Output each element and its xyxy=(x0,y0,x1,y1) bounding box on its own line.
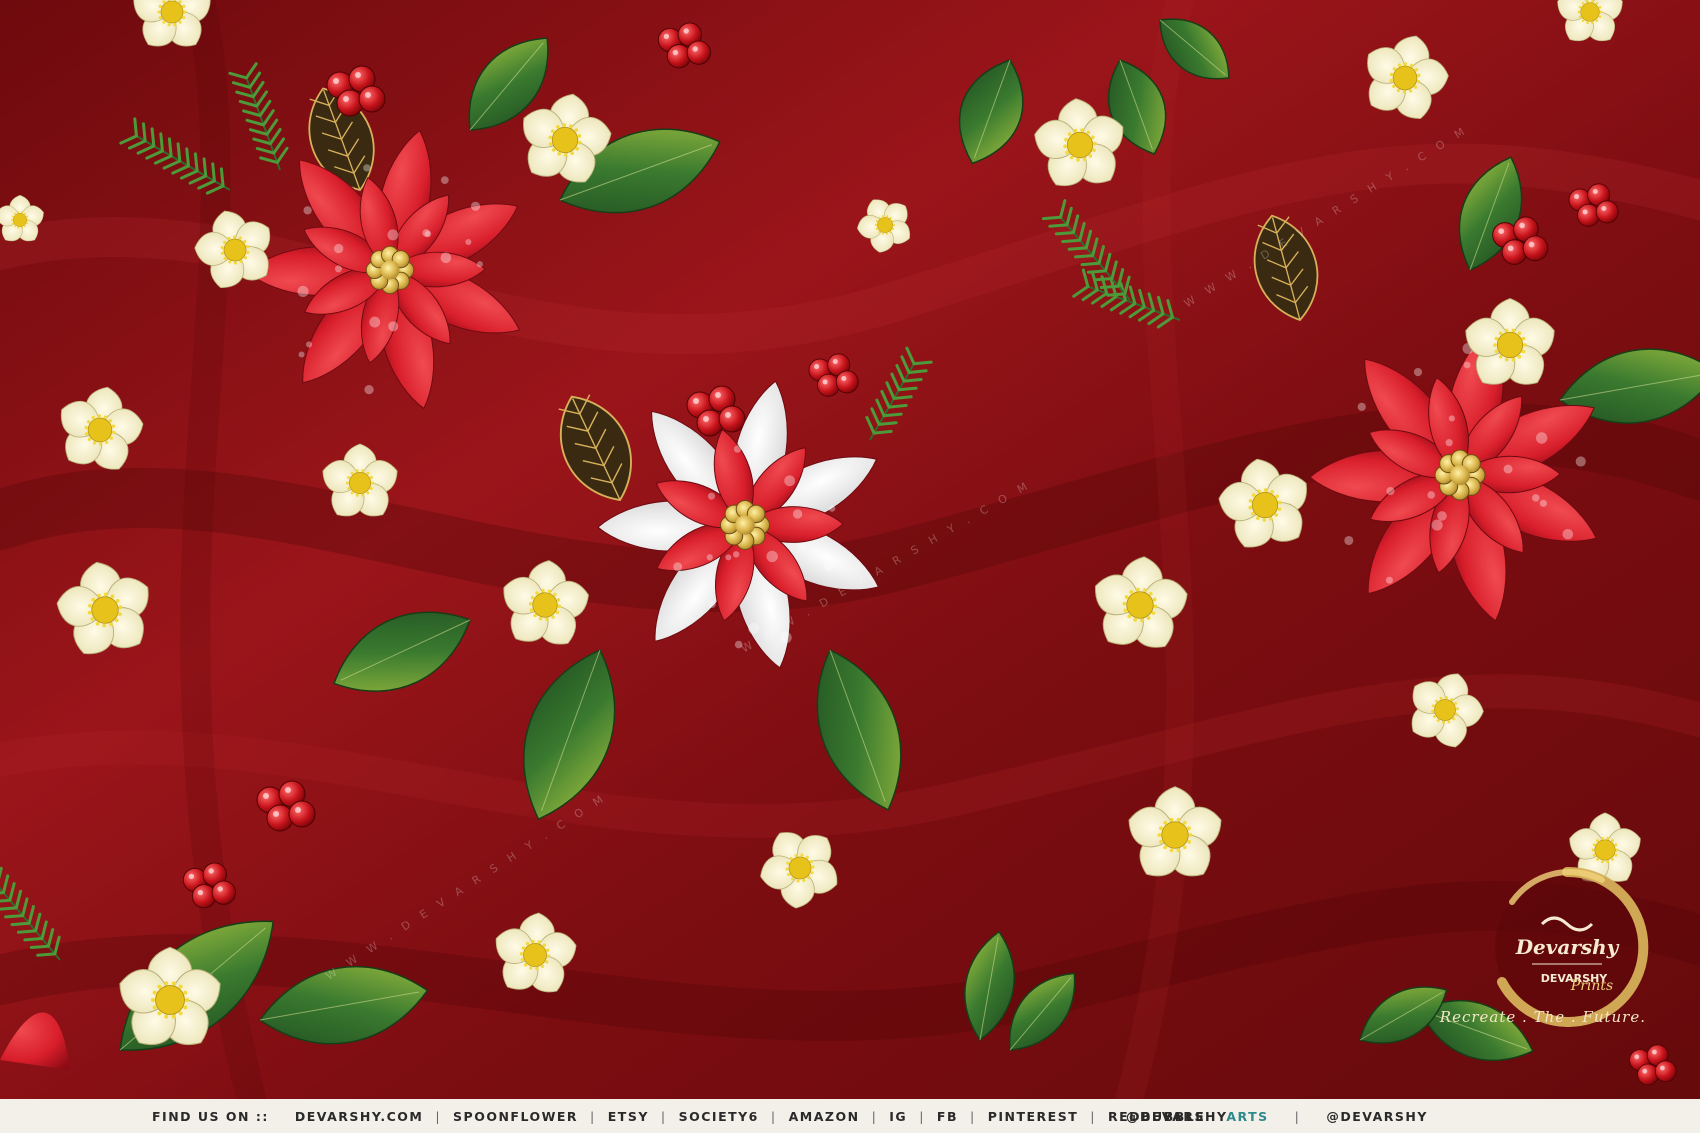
separator: | xyxy=(919,1109,925,1124)
link-fb[interactable]: FB xyxy=(937,1109,958,1124)
handle-devarshyarts[interactable]: @DEVARSHYARTS xyxy=(1126,1109,1269,1124)
link-pinterest[interactable]: PINTEREST xyxy=(988,1109,1079,1124)
footer-handles: @DEVARSHYARTS | @DEVARSHY xyxy=(1126,1109,1428,1124)
link-amazon[interactable]: AMAZON xyxy=(789,1109,860,1124)
fabric-print-photo: W W W . D E V A R S H Y . C O M W W W . … xyxy=(0,0,1700,1133)
social-links: DEVARSHY.COM | SPOONFLOWER | ETSY | SOCIETY… xyxy=(295,1109,1205,1124)
svg-text:Prints: Prints xyxy=(1570,978,1613,994)
separator: | xyxy=(1295,1109,1301,1124)
find-us-label: FIND US ON :: xyxy=(152,1109,269,1124)
link-ig[interactable]: IG xyxy=(889,1109,907,1124)
svg-text:Devarshy: Devarshy xyxy=(1515,935,1620,959)
separator: | xyxy=(771,1109,777,1124)
link-devarshy-com[interactable]: DEVARSHY.COM xyxy=(295,1109,423,1124)
link-society6[interactable]: SOCIETY6 xyxy=(679,1109,759,1124)
separator: | xyxy=(661,1109,667,1124)
separator: | xyxy=(1090,1109,1096,1124)
fabric-pattern xyxy=(0,0,1700,1133)
devarshy-logo: Devarshy DEVARSHY Prints xyxy=(1482,862,1652,1032)
link-etsy[interactable]: ETSY xyxy=(608,1109,649,1124)
separator: | xyxy=(590,1109,596,1124)
footer-bar: FIND US ON :: DEVARSHY.COM | SPOONFLOWER |… xyxy=(0,1099,1700,1133)
separator: | xyxy=(435,1109,441,1124)
link-spoonflower[interactable]: SPOONFLOWER xyxy=(453,1109,578,1124)
separator: | xyxy=(970,1109,976,1124)
tagline: Recreate . The . Future. xyxy=(1416,1008,1646,1026)
separator: | xyxy=(872,1109,878,1124)
handle-devarshy[interactable]: @DEVARSHY xyxy=(1326,1109,1428,1124)
